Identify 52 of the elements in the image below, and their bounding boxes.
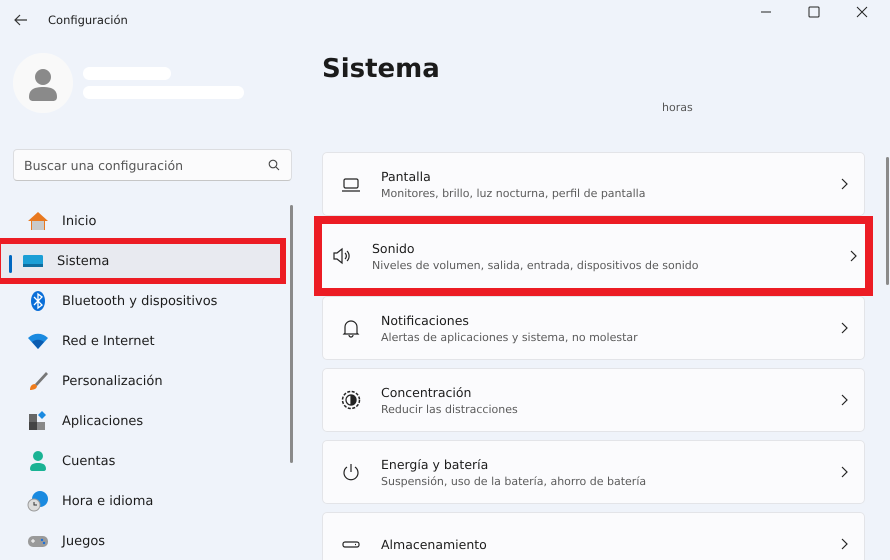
sidebar-item[interactable]: Bluetooth y dispositivos xyxy=(5,281,286,321)
setting-description: Monitores, brillo, luz nocturna, perfil de pantalla xyxy=(381,186,646,200)
setting-description: Reducir las distracciones xyxy=(381,402,519,416)
setting-title: Concentración xyxy=(381,384,472,400)
chevron-right-icon xyxy=(840,466,848,478)
page-title: Sistema xyxy=(322,54,441,84)
sidebar-item[interactable]: Hora e idioma xyxy=(5,481,286,521)
setting-description: Suspensión, uso de la batería, ahorro de batería xyxy=(381,474,648,488)
globe-clock-icon xyxy=(27,490,49,512)
maximize-icon[interactable] xyxy=(808,6,820,18)
sidebar-item[interactable]: Red e Internet xyxy=(5,321,286,361)
chevron-right-icon xyxy=(840,178,848,190)
setting-title: Sonido xyxy=(372,240,416,256)
brush-icon xyxy=(27,370,49,392)
house-icon xyxy=(27,210,49,232)
settings-card[interactable]: Energía y batería Suspensión, uso de la batería, ahorro de batería xyxy=(322,440,865,504)
note-text: horas xyxy=(662,101,694,114)
focus-icon xyxy=(341,390,361,410)
settings-card[interactable]: Pantalla Monitores, brillo, luz nocturna, perfil de pantalla xyxy=(322,152,865,216)
close-icon[interactable] xyxy=(856,6,868,18)
sidebar-item[interactable]: Juegos xyxy=(5,521,286,560)
settings-card[interactable]: Notificaciones Alertas de aplicaciones y sistema, no molestar xyxy=(322,296,865,360)
apps-icon xyxy=(27,410,49,432)
scrollbar[interactable] xyxy=(290,205,293,463)
setting-title: Pantalla xyxy=(381,168,432,184)
chevron-right-icon xyxy=(840,394,848,406)
back-arrow-icon[interactable] xyxy=(14,14,28,26)
setting-title: Almacenamiento xyxy=(381,536,488,552)
setting-description: Alertas de aplicaciones y sistema, no molestar xyxy=(381,330,639,344)
settings-card[interactable]: Sonido Niveles de volumen, salida, entrada, dispositivos de sonido xyxy=(314,216,873,296)
settings-card[interactable]: Almacenamiento xyxy=(322,512,865,560)
avatar-icon xyxy=(13,53,73,113)
chevron-right-icon xyxy=(840,322,848,334)
setting-title: Energía y batería xyxy=(381,456,490,472)
speaker-icon xyxy=(332,246,352,266)
chevron-right-icon xyxy=(849,250,857,262)
sidebar-item[interactable]: Inicio xyxy=(5,201,286,241)
setting-description: Niveles de volumen, salida, entrada, dispositivos de sonido xyxy=(372,258,700,272)
chevron-right-icon xyxy=(840,538,848,550)
person-icon xyxy=(27,450,49,472)
sidebar-item[interactable]: Cuentas xyxy=(5,441,286,481)
sidebar-item[interactable]: Aplicaciones xyxy=(5,401,286,441)
bell-icon xyxy=(341,318,361,338)
sidebar-item[interactable]: Sistema xyxy=(0,238,286,284)
scrollbar[interactable] xyxy=(886,157,889,285)
window-title: Configuración xyxy=(48,13,128,27)
sidebar-item[interactable]: Personalización xyxy=(5,361,286,401)
search-field[interactable]: Buscar una configuración xyxy=(13,149,292,181)
settings-card[interactable]: Concentración Reducir las distracciones xyxy=(322,368,865,432)
setting-title: Notificaciones xyxy=(381,312,470,328)
search-icon[interactable] xyxy=(268,159,280,171)
power-icon xyxy=(341,462,361,482)
